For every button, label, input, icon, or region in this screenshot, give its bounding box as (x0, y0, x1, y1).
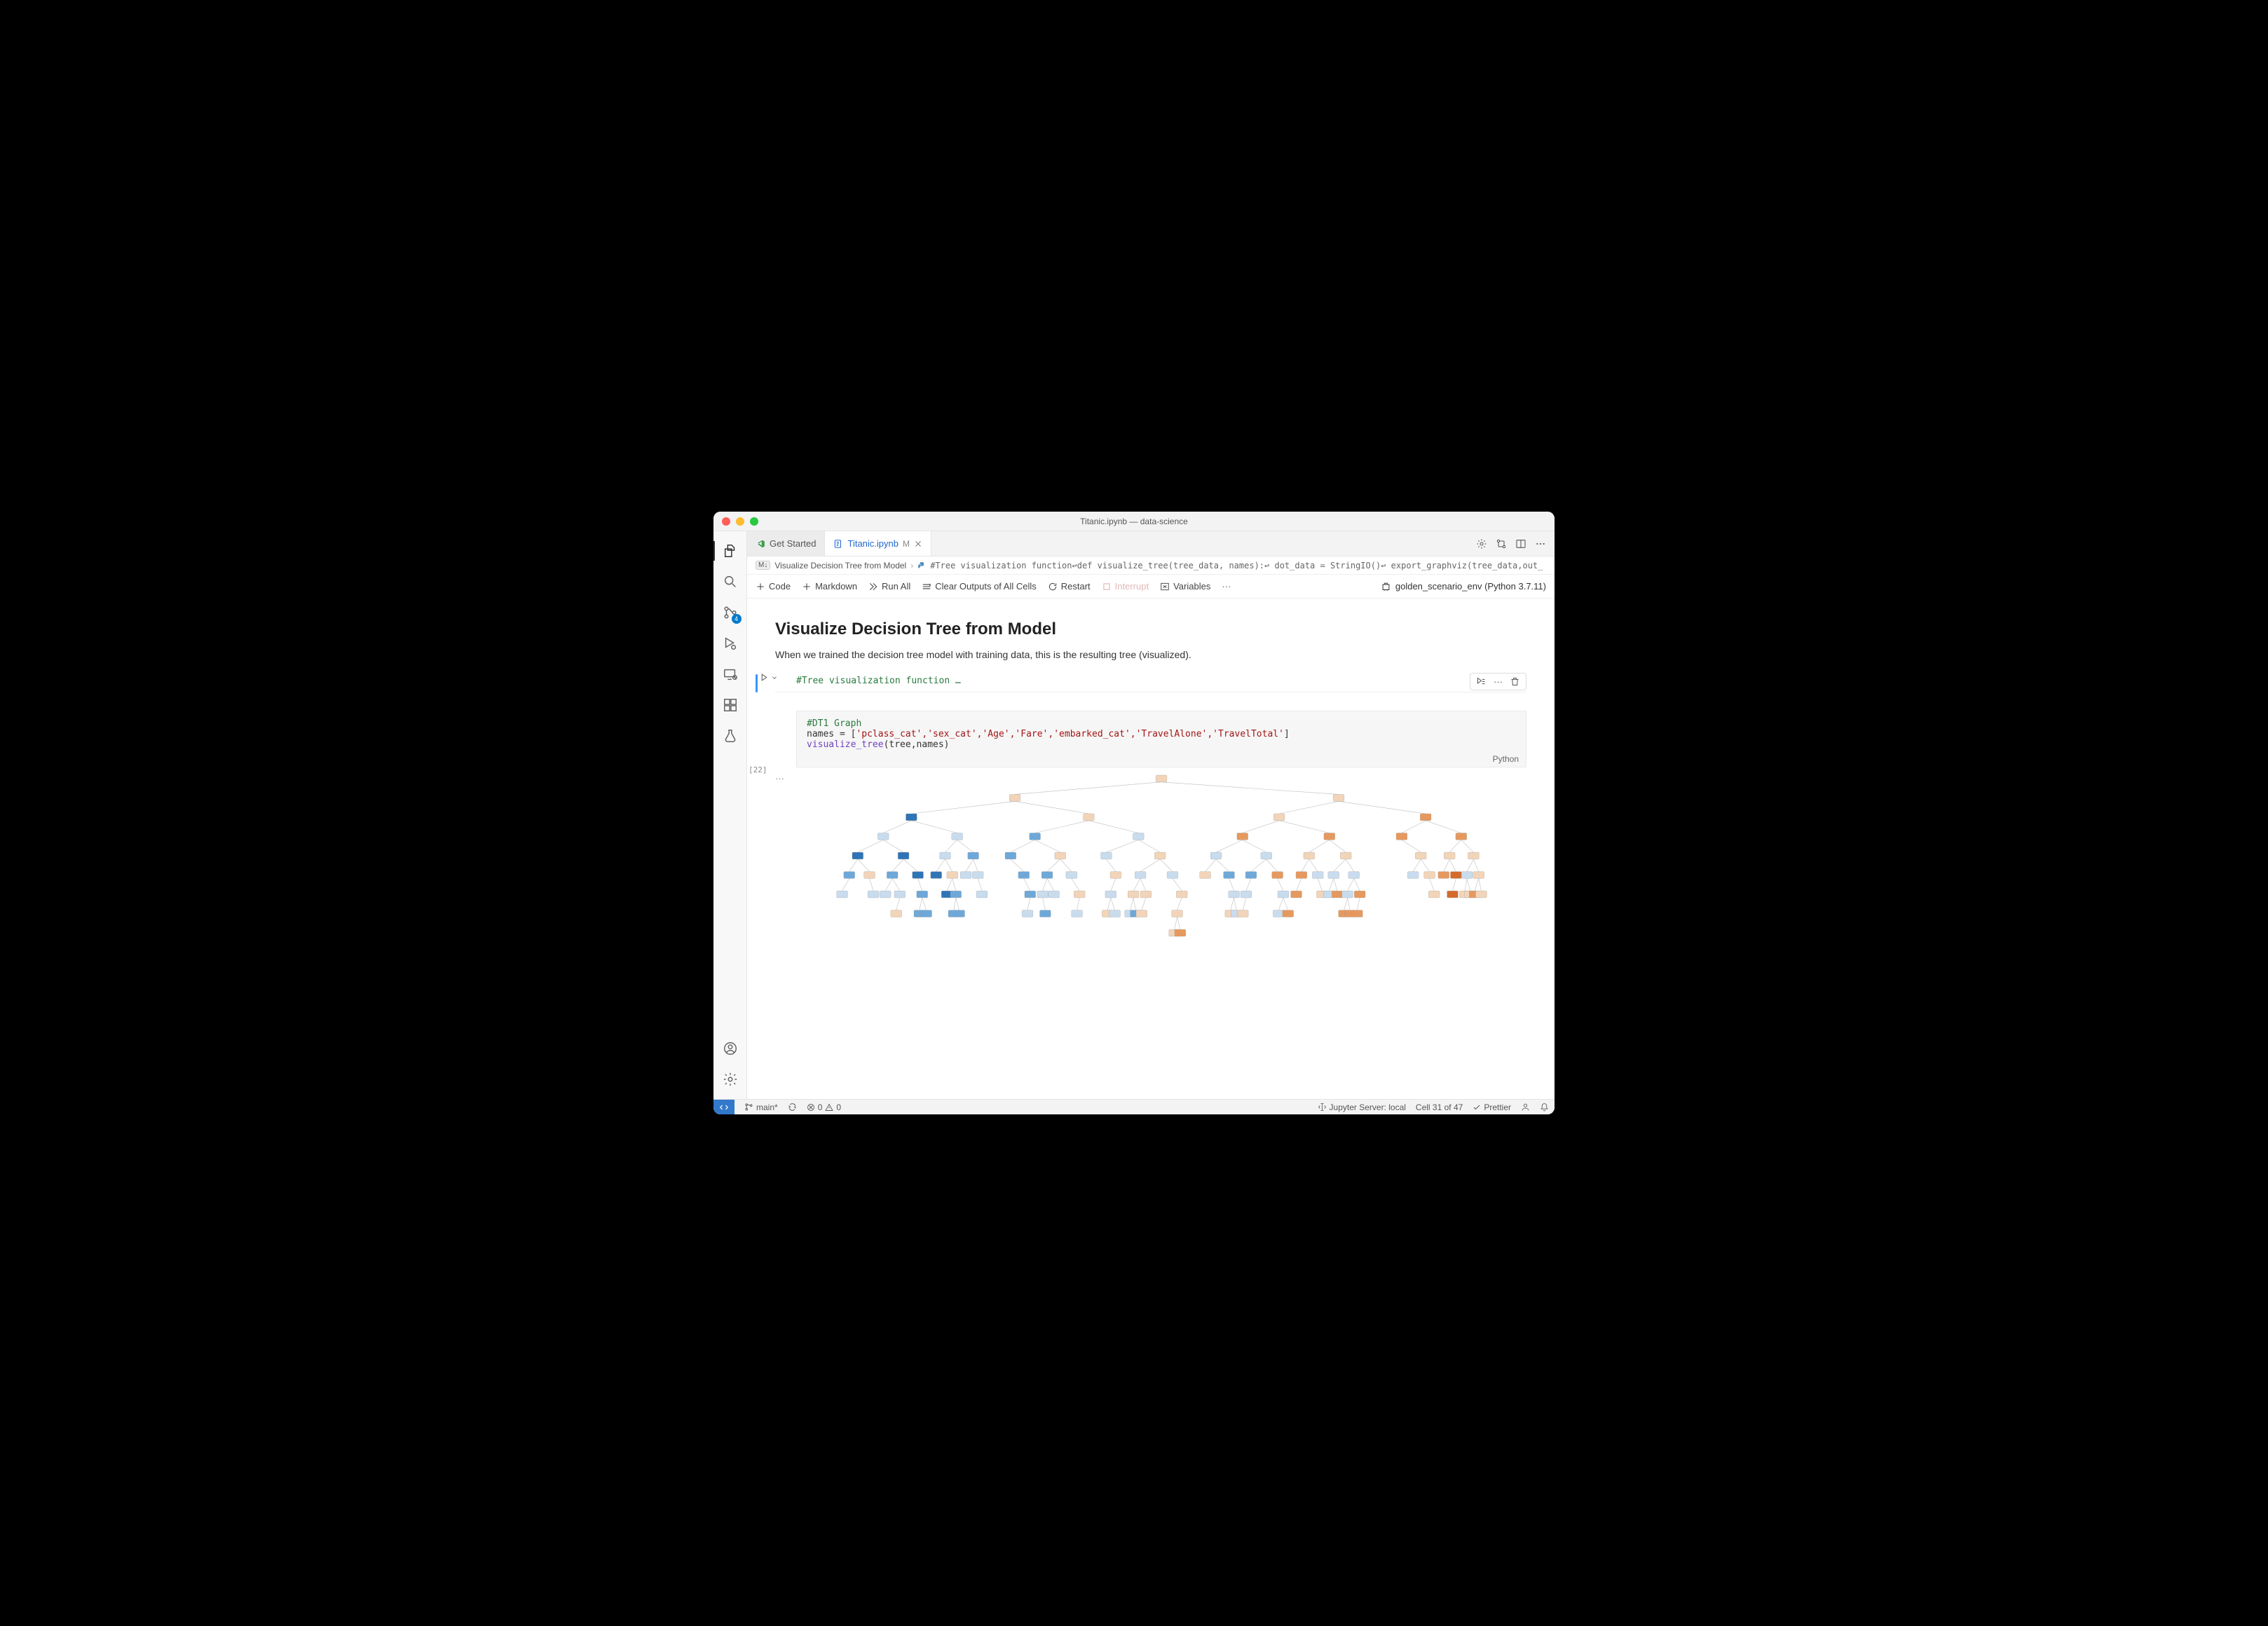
markdown-heading: Visualize Decision Tree from Model (775, 620, 1526, 639)
prettier-status[interactable]: Prettier (1473, 1102, 1511, 1112)
variables-button[interactable]: Variables (1160, 581, 1210, 592)
problems-status[interactable]: 0 0 (807, 1102, 841, 1112)
code-cell[interactable]: [22] #DT1 Graph names = ['pclass_cat','s… (775, 711, 1526, 1032)
error-count: 0 (818, 1102, 823, 1112)
cell-language-label[interactable]: Python (1493, 754, 1519, 764)
cell-focus-indicator (756, 674, 758, 692)
status-bar: main* 0 0 Jupyter Server: local Cell 31 … (713, 1099, 1555, 1114)
window-title: Titanic.ipynb — data-science (713, 517, 1555, 526)
python-icon (917, 561, 926, 570)
label: Variables (1173, 581, 1210, 592)
jupyter-server-status[interactable]: Jupyter Server: local (1318, 1102, 1406, 1112)
remote-explorer-icon[interactable] (713, 660, 747, 688)
branch-name: main* (756, 1102, 778, 1112)
editor-area: Get Started Titanic.ipynb M (747, 531, 1555, 1099)
run-all-button[interactable]: Run All (868, 581, 910, 592)
split-editor-icon[interactable] (1515, 538, 1526, 549)
chevron-down-icon[interactable] (771, 674, 778, 681)
notifications-icon[interactable] (1540, 1102, 1549, 1112)
extensions-icon[interactable] (713, 691, 747, 719)
git-branch-status[interactable]: main* (744, 1102, 778, 1112)
close-window-button[interactable] (722, 517, 730, 526)
breadcrumb-section: Visualize Decision Tree from Model (774, 561, 906, 571)
more-actions-icon[interactable] (1535, 538, 1546, 549)
testing-icon[interactable] (713, 722, 747, 750)
titlebar: Titanic.ipynb — data-science (713, 512, 1555, 531)
breadcrumb-code: #Tree visualization function↩def visuali… (930, 561, 1543, 571)
markdown-paragraph: When we trained the decision tree model … (775, 649, 1526, 660)
tab-label: Get Started (770, 538, 816, 549)
cell-output: ··· (796, 773, 1526, 1032)
label: Prettier (1484, 1102, 1511, 1112)
editor-actions (1476, 531, 1555, 556)
label: Interrupt (1115, 581, 1149, 592)
source-control-icon[interactable]: 4 (713, 599, 747, 627)
settings-gear-icon[interactable] (713, 1065, 747, 1093)
tab-label: Titanic.ipynb (847, 538, 899, 549)
notebook-scroll[interactable]: Visualize Decision Tree from Model When … (747, 599, 1555, 1099)
vscode-logo-icon (756, 539, 765, 549)
label: Run All (882, 581, 910, 592)
run-cell-button[interactable] (760, 673, 778, 682)
label: Jupyter Server: local (1330, 1102, 1406, 1112)
collapsed-code-cell[interactable]: #Tree visualization function … (775, 673, 1526, 692)
add-markdown-cell-button[interactable]: Markdown (802, 581, 857, 592)
explorer-icon[interactable] (713, 537, 747, 565)
breadcrumb[interactable]: M↓ Visualize Decision Tree from Model › … (747, 556, 1555, 575)
vscode-window: Titanic.ipynb — data-science 4 (713, 512, 1555, 1114)
chevron-right-icon: › (910, 561, 913, 571)
editor-tabs: Get Started Titanic.ipynb M (747, 531, 1555, 556)
notebook-file-icon (833, 539, 843, 549)
tab-dirty-marker: M (903, 539, 910, 549)
accounts-icon[interactable] (713, 1034, 747, 1063)
run-debug-icon[interactable] (713, 629, 747, 657)
warning-count: 0 (836, 1102, 841, 1112)
search-icon[interactable] (713, 568, 747, 596)
markdown-icon: M↓ (756, 561, 770, 570)
toolbar-more-icon[interactable]: ··· (1222, 581, 1231, 592)
execution-count: [22] (749, 765, 767, 774)
kernel-selector[interactable]: golden_scenario_env (Python 3.7.11) (1381, 581, 1546, 592)
configure-icon[interactable] (1476, 538, 1487, 549)
sync-status[interactable] (788, 1102, 797, 1112)
remote-indicator[interactable] (713, 1100, 735, 1115)
close-icon[interactable] (914, 540, 922, 548)
restart-kernel-button[interactable]: Restart (1048, 581, 1091, 592)
output-options-icon[interactable]: ··· (775, 773, 784, 784)
label: Markdown (815, 581, 857, 592)
interrupt-kernel-button[interactable]: Interrupt (1102, 581, 1149, 592)
label: Cell 31 of 47 (1416, 1102, 1463, 1112)
code-line: #DT1 Graph (807, 718, 861, 729)
label: Code (769, 581, 791, 592)
diff-icon[interactable] (1496, 538, 1507, 549)
maximize-window-button[interactable] (750, 517, 758, 526)
code-editor[interactable]: #DT1 Graph names = ['pclass_cat','sex_ca… (796, 711, 1526, 767)
decision-tree-graph (796, 773, 1526, 1032)
feedback-icon[interactable] (1521, 1102, 1530, 1112)
minimize-window-button[interactable] (736, 517, 744, 526)
tab-titanic-notebook[interactable]: Titanic.ipynb M (825, 531, 931, 556)
label: Clear Outputs of All Cells (935, 581, 1037, 592)
activity-bar: 4 (713, 531, 747, 1099)
kernel-label: golden_scenario_env (Python 3.7.11) (1395, 581, 1546, 592)
scm-badge: 4 (732, 614, 742, 624)
notebook-toolbar: Code Markdown Run All Clear Outputs of A… (747, 575, 1555, 599)
cell-preview: #Tree visualization function … (775, 673, 1526, 692)
tab-get-started[interactable]: Get Started (747, 531, 825, 556)
clear-outputs-button[interactable]: Clear Outputs of All Cells (922, 581, 1037, 592)
code-line: names = ['pclass_cat','sex_cat','Age','F… (807, 729, 1516, 739)
traffic-lights (722, 517, 758, 526)
label: Restart (1061, 581, 1091, 592)
cell-position-status[interactable]: Cell 31 of 47 (1416, 1102, 1463, 1112)
code-line: visualize_tree(tree,names) (807, 739, 1516, 750)
add-code-cell-button[interactable]: Code (756, 581, 791, 592)
